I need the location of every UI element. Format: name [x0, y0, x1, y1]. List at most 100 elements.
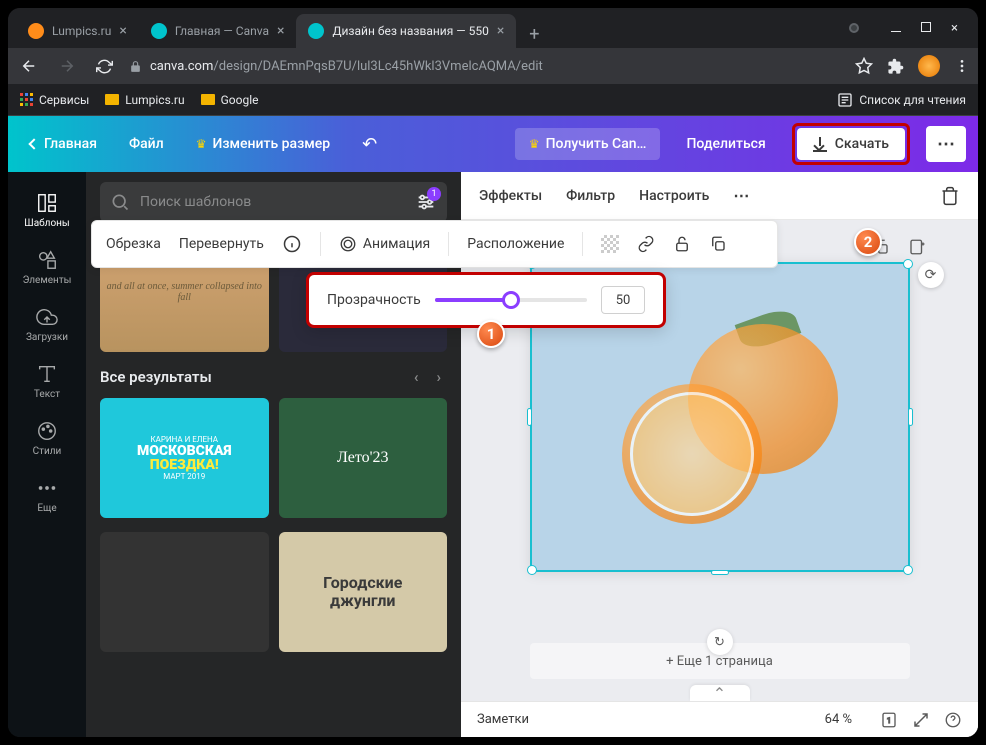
forward-button[interactable]: [54, 53, 80, 79]
annotation-badge-1: 1: [477, 320, 505, 348]
reading-list-button[interactable]: Список для чтения: [837, 92, 966, 108]
close-icon[interactable]: ×: [119, 23, 126, 39]
reload-button[interactable]: [92, 54, 117, 79]
slider-thumb[interactable]: [502, 291, 520, 309]
add-page-icon: [908, 238, 926, 256]
link-icon: [637, 235, 655, 253]
download-icon: [813, 137, 827, 151]
close-icon[interactable]: ×: [497, 23, 504, 39]
crown-icon: ♛: [529, 137, 540, 151]
resize-handle[interactable]: [908, 408, 913, 426]
transparency-input[interactable]: [601, 286, 645, 314]
effects-button[interactable]: Эффекты: [479, 188, 542, 204]
get-canva-button[interactable]: ♛Получить Can…: [515, 128, 661, 160]
folder-icon: [201, 94, 215, 105]
animation-button[interactable]: Анимация: [339, 235, 430, 253]
nav-more[interactable]: Еще: [8, 467, 86, 524]
duplicate-button[interactable]: [709, 235, 727, 253]
expand-icon: [912, 711, 930, 729]
url-text: canva.com/design/DAEmnPqsB7U/lul3Lc45hWk…: [150, 59, 543, 74]
palette-icon: [36, 420, 58, 442]
url-field[interactable]: canva.com/design/DAEmnPqsB7U/lul3Lc45hWk…: [129, 59, 843, 74]
template-card[interactable]: [100, 532, 269, 652]
lock-button[interactable]: [673, 235, 691, 253]
template-card[interactable]: Городскиеджунгли: [279, 532, 448, 652]
grid-view-button[interactable]: 1: [880, 711, 898, 729]
resize-button[interactable]: ♛Изменить размер: [186, 128, 340, 160]
download-button[interactable]: Скачать: [797, 128, 905, 160]
download-highlight: Скачать: [792, 123, 910, 165]
transparency-button[interactable]: [601, 235, 619, 253]
resize-handle[interactable]: [903, 259, 913, 269]
bookmark-lumpics[interactable]: Lumpics.ru: [105, 93, 184, 107]
crop-button[interactable]: Обрезка: [106, 236, 161, 252]
template-card[interactable]: КАРИНА И ЕЛЕНАМОСКОВСКАЯПОЕЗДКА!МАРТ 201…: [100, 398, 269, 518]
undo-button[interactable]: ↶: [352, 126, 387, 163]
template-card[interactable]: Лето'23: [279, 398, 448, 518]
tab-strip: Lumpics.ru × Главная — Canva × Дизайн бе…: [16, 8, 837, 48]
nav-uploads[interactable]: Загрузки: [8, 296, 86, 353]
list-icon: [837, 92, 853, 108]
account-indicator-icon[interactable]: [849, 23, 859, 33]
notes-button[interactable]: Заметки: [477, 712, 529, 727]
annotation-badge-2: 2: [854, 228, 882, 256]
resize-handle[interactable]: [527, 565, 537, 575]
fullscreen-button[interactable]: [912, 711, 930, 729]
close-icon[interactable]: ×: [277, 23, 284, 39]
filter-button[interactable]: 1: [415, 191, 437, 213]
menu-icon[interactable]: [954, 58, 970, 74]
resize-handle[interactable]: [903, 565, 913, 575]
file-button[interactable]: Файл: [119, 128, 174, 160]
zoom-control[interactable]: 64 %: [825, 712, 852, 727]
rotate-handle[interactable]: ⟳: [918, 262, 944, 288]
delete-button[interactable]: [940, 186, 960, 206]
resize-handle[interactable]: [527, 408, 532, 426]
position-button[interactable]: Расположение: [467, 236, 564, 252]
new-tab-button[interactable]: +: [520, 20, 548, 48]
nav-elements[interactable]: Элементы: [8, 239, 86, 296]
search-field[interactable]: 1: [100, 182, 447, 222]
text-icon: [36, 363, 58, 385]
filter-button[interactable]: Фильтр: [566, 188, 615, 204]
refresh-icon[interactable]: ↻: [707, 629, 733, 655]
more-button[interactable]: ⋯: [733, 186, 749, 205]
profile-avatar[interactable]: [918, 55, 940, 77]
browser-tab-canva-design[interactable]: Дизайн без названия — 550 ×: [296, 14, 516, 48]
chevron-left-icon: [28, 138, 39, 149]
help-icon: [944, 711, 962, 729]
apps-button[interactable]: Сервисы: [20, 93, 89, 107]
filter-badge: 1: [427, 187, 441, 201]
window-close-button[interactable]: ×: [951, 21, 958, 36]
share-button[interactable]: Поделиться: [672, 128, 779, 160]
browser-tab-lumpics[interactable]: Lumpics.ru ×: [16, 14, 139, 48]
maximize-button[interactable]: [921, 21, 931, 36]
nav-styles[interactable]: Стили: [8, 410, 86, 467]
nav-templates[interactable]: Шаблоны: [8, 182, 86, 239]
nav-text[interactable]: Текст: [8, 353, 86, 410]
cloud-upload-icon: [36, 306, 58, 328]
prev-button[interactable]: ‹: [408, 366, 425, 388]
back-button[interactable]: [16, 53, 42, 79]
link-button[interactable]: [637, 235, 655, 253]
next-button[interactable]: ›: [430, 366, 447, 388]
search-input[interactable]: [140, 194, 405, 210]
more-button[interactable]: ⋯: [926, 126, 966, 162]
app-toolbar: Главная Файл ♛Изменить размер ↶ ♛Получит…: [8, 116, 978, 172]
tab-label: Дизайн без названия — 550: [332, 24, 488, 38]
info-button[interactable]: [282, 234, 302, 254]
bookmark-google[interactable]: Google: [201, 93, 259, 107]
adjust-button[interactable]: Настроить: [639, 188, 709, 204]
home-button[interactable]: Главная: [20, 128, 107, 160]
minimize-button[interactable]: [891, 21, 901, 36]
transparency-slider[interactable]: [435, 298, 587, 302]
collapse-handle[interactable]: ⌃: [690, 685, 750, 701]
flip-button[interactable]: Перевернуть: [179, 236, 264, 252]
extension-icon[interactable]: [887, 58, 904, 75]
image-hud: Эффекты Фильтр Настроить ⋯: [461, 172, 978, 220]
browser-tab-canva-home[interactable]: Главная — Canva ×: [139, 14, 297, 48]
add-page-bar[interactable]: ↻ + Еще 1 страница: [530, 643, 910, 679]
help-button[interactable]: [944, 711, 962, 729]
resize-handle[interactable]: [711, 570, 729, 575]
star-icon[interactable]: [855, 57, 873, 75]
add-page-button[interactable]: [904, 234, 930, 260]
